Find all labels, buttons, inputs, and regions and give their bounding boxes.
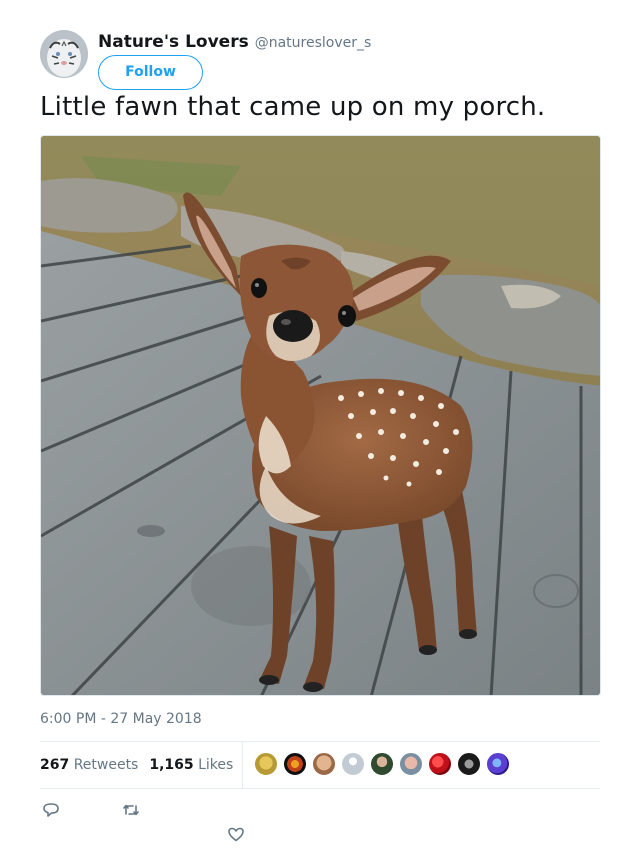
likes-count: 1,165 bbox=[149, 757, 194, 773]
tweet-stats: 267 Retweets 1,165 Likes bbox=[40, 742, 244, 788]
liker-avatar[interactable] bbox=[486, 752, 510, 776]
liker-avatar[interactable] bbox=[283, 752, 307, 776]
liker-avatar[interactable] bbox=[370, 752, 394, 776]
display-name[interactable]: Nature's Lovers bbox=[98, 32, 249, 52]
likes-label: Likes bbox=[198, 757, 234, 773]
retweet-icon bbox=[123, 804, 139, 816]
like-icon bbox=[228, 827, 244, 842]
tweet-photo[interactable] bbox=[40, 135, 601, 696]
retweets-count: 267 bbox=[40, 757, 70, 773]
like-button[interactable] bbox=[226, 824, 246, 844]
divider bbox=[40, 788, 600, 789]
liker-avatar[interactable] bbox=[428, 752, 452, 776]
reply-icon bbox=[43, 803, 59, 817]
user-handle[interactable]: @natureslover_s bbox=[255, 35, 372, 51]
follow-button[interactable]: Follow bbox=[98, 55, 203, 90]
user-name-row: Nature's Lovers @natureslover_s bbox=[98, 32, 371, 52]
tweet-card: Nature's Lovers @natureslover_s Follow L… bbox=[0, 0, 640, 850]
tweet-text: Little fawn that came up on my porch. bbox=[40, 92, 546, 122]
reply-button[interactable] bbox=[41, 800, 61, 820]
stats-separator bbox=[242, 742, 243, 788]
retweets-label: Retweets bbox=[73, 757, 139, 773]
liker-avatar[interactable] bbox=[457, 752, 481, 776]
liker-avatar[interactable] bbox=[312, 752, 336, 776]
liker-avatar[interactable] bbox=[399, 752, 423, 776]
avatar[interactable] bbox=[40, 30, 88, 78]
retweet-button[interactable] bbox=[121, 800, 141, 820]
liker-avatar[interactable] bbox=[254, 752, 278, 776]
liker-avatar[interactable] bbox=[341, 752, 365, 776]
retweets-stat[interactable]: 267 Retweets bbox=[40, 757, 138, 773]
tweet-timestamp[interactable]: 6:00 PM - 27 May 2018 bbox=[40, 711, 202, 727]
likes-stat[interactable]: 1,165 Likes bbox=[149, 757, 233, 773]
liker-avatars bbox=[254, 752, 515, 776]
